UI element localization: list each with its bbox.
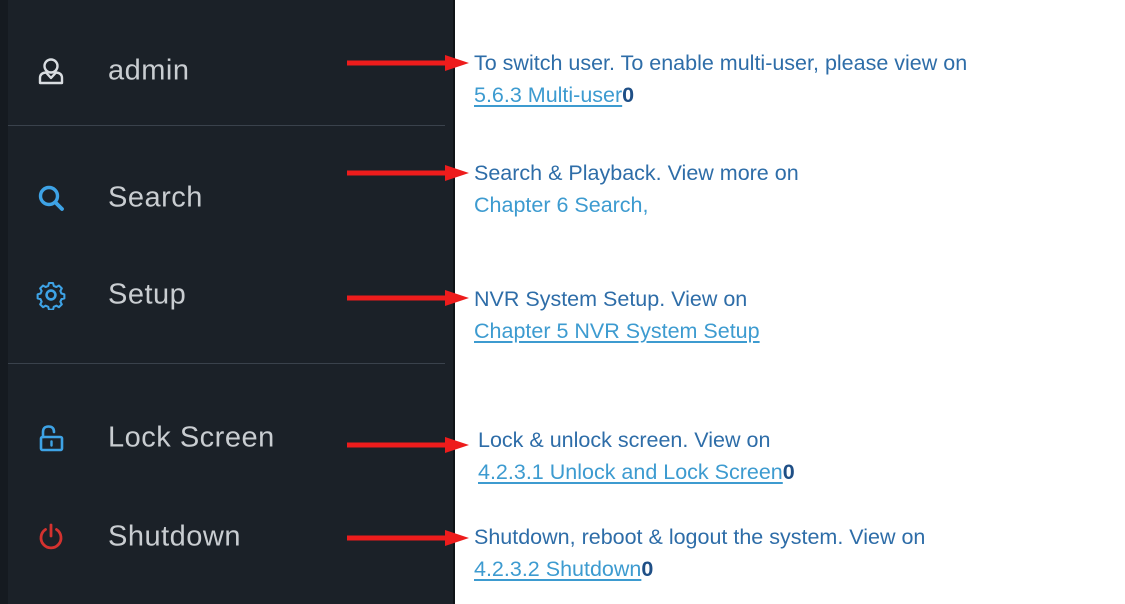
link-shutdown[interactable]: 4.2.3.2 Shutdown bbox=[474, 557, 641, 581]
lock-icon bbox=[35, 422, 67, 454]
arrow-icon bbox=[347, 165, 469, 181]
link-suffix: 0 bbox=[782, 460, 795, 484]
power-icon bbox=[35, 521, 67, 553]
link-suffix: 0 bbox=[641, 557, 654, 581]
annotation-description: Lock & unlock screen. View on bbox=[478, 428, 771, 452]
link-chapter-5-setup[interactable]: Chapter 5 NVR System Setup bbox=[474, 319, 760, 343]
link-multi-user[interactable]: 5.6.3 Multi-user bbox=[474, 83, 622, 107]
annotation-shutdown: Shutdown, reboot & logout the system. Vi… bbox=[474, 521, 925, 585]
annotation-description: Shutdown, reboot & logout the system. Vi… bbox=[474, 525, 926, 549]
search-icon bbox=[35, 182, 67, 214]
menu-item-admin[interactable]: admin bbox=[8, 36, 455, 106]
link-suffix: 0 bbox=[622, 83, 635, 107]
annotation-search: Search & Playback. View more on Chapter … bbox=[474, 157, 799, 221]
menu-item-label: Setup bbox=[108, 278, 187, 311]
annotation-admin: To switch user. To enable multi-user, pl… bbox=[474, 47, 967, 111]
menu-divider bbox=[8, 125, 445, 126]
menu-item-label: Search bbox=[108, 181, 203, 214]
arrow-icon bbox=[347, 55, 469, 71]
link-chapter-6-search[interactable]: Chapter 6 Search, bbox=[474, 193, 649, 217]
link-unlock-lock-screen[interactable]: 4.2.3.1 Unlock and Lock Screen bbox=[478, 460, 783, 484]
annotation-description: To switch user. To enable multi-user, pl… bbox=[474, 51, 968, 75]
arrow-icon bbox=[347, 530, 469, 546]
gear-icon bbox=[35, 279, 67, 311]
user-icon bbox=[35, 55, 67, 87]
menu-divider bbox=[8, 363, 445, 364]
annotation-setup: NVR System Setup. View on Chapter 5 NVR … bbox=[474, 283, 760, 347]
arrow-icon bbox=[347, 437, 469, 453]
annotation-description: NVR System Setup. View on bbox=[474, 287, 748, 311]
menu-item-label: Lock Screen bbox=[108, 421, 275, 454]
arrow-icon bbox=[347, 290, 469, 306]
menu-item-label: Shutdown bbox=[108, 520, 241, 553]
panel-left-edge bbox=[0, 0, 8, 604]
annotation-description: Search & Playback. View more on bbox=[474, 161, 799, 185]
menu-item-label: admin bbox=[108, 54, 190, 87]
annotation-lock-screen: Lock & unlock screen. View on 4.2.3.1 Un… bbox=[478, 424, 795, 488]
